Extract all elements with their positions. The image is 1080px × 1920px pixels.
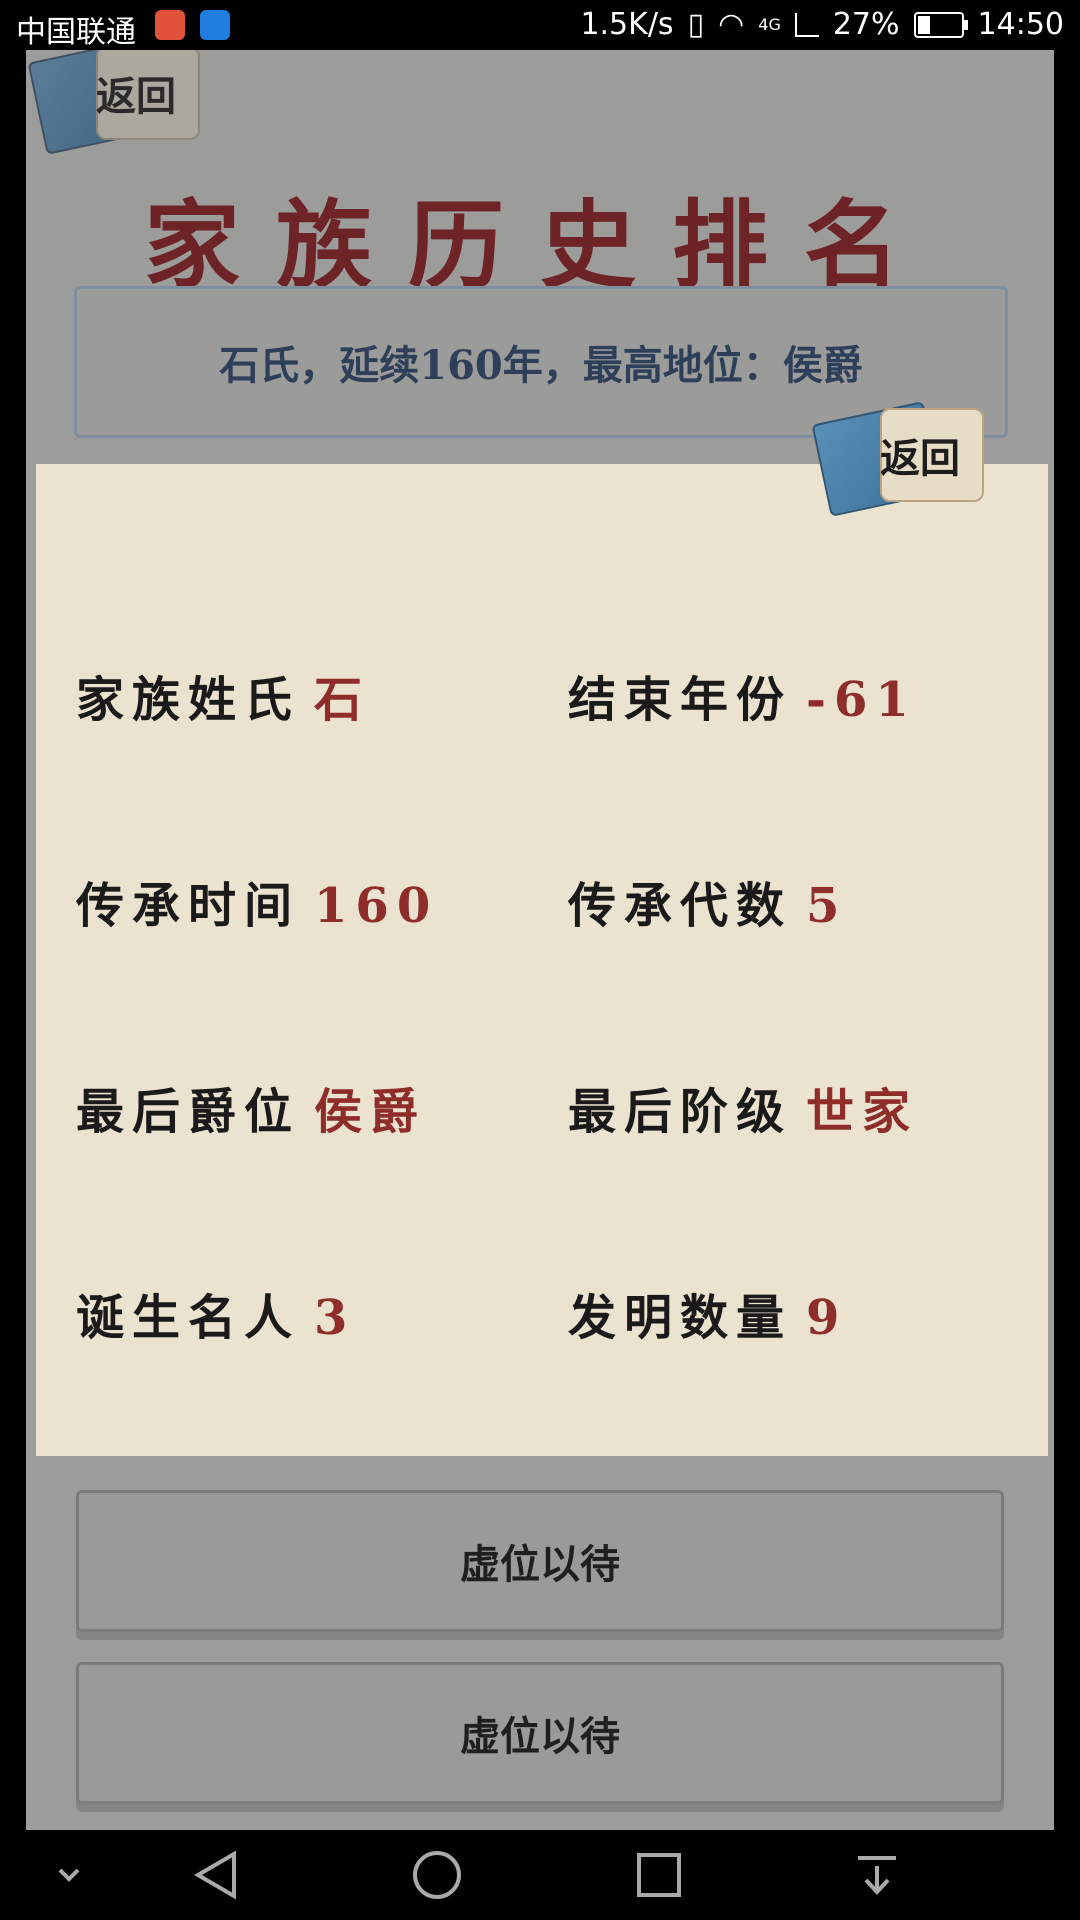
slot-label: 虚位以待 (460, 1541, 620, 1588)
info-label: 诞生名人 (76, 1290, 301, 1346)
info-celebrities: 诞生名人 3 (76, 1278, 355, 1348)
vibrate-icon: ▯ (687, 7, 705, 42)
back-triangle-icon[interactable] (190, 1848, 244, 1902)
info-label: 最后阶级 (568, 1084, 793, 1140)
summary-text: 石氏，延续160年，最高地位：侯爵 (219, 342, 863, 389)
signal-icon (794, 12, 819, 37)
info-value: 3 (314, 1290, 356, 1346)
battery-icon (913, 11, 968, 38)
info-generations: 传承代数 5 (568, 866, 847, 936)
status-bar: 中国联通 1.5K/s ▯ ◠ 4G 27% 14:50 (0, 0, 1080, 50)
info-final-title: 最后爵位 侯爵 (76, 1072, 426, 1142)
notification-pull-icon[interactable] (850, 1848, 904, 1902)
info-grid: 家族姓氏石 结束年份 -61 传承时间 160 传承代数 5 最后爵位 侯爵 最后阶级世… (36, 464, 1048, 1456)
info-value: 世家 (806, 1084, 919, 1140)
info-label: 最后爵位 (76, 1084, 301, 1140)
wifi-icon: ◠ (718, 7, 745, 42)
clock: 14:50 (977, 7, 1064, 42)
info-label: 传承代数 (568, 878, 793, 934)
back-label: 返回 (96, 74, 176, 120)
battery-percent: 27% (832, 7, 900, 42)
info-inventions: 发明数量 9 (568, 1278, 847, 1348)
dialog-back-button[interactable]: 返回 (811, 401, 990, 517)
info-value: 石 (314, 672, 371, 728)
info-final-class: 最后阶级 世家 (568, 1072, 918, 1142)
ranking-slot[interactable]: 虚位以待 (76, 1662, 1004, 1804)
info-value: -61 (806, 672, 917, 728)
info-value: 9 (806, 1290, 848, 1346)
message-app-icon (200, 10, 230, 40)
chevron-down-icon[interactable] (42, 1848, 96, 1902)
network-type: 4G (758, 15, 781, 34)
recents-square-icon[interactable] (632, 1848, 686, 1902)
notification-app-icon (155, 10, 185, 40)
network-speed: 1.5K/s (580, 7, 674, 42)
header-back-button[interactable]: 返回 (27, 50, 206, 155)
info-value: 160 (314, 878, 439, 934)
ranking-slot[interactable]: 虚位以待 (76, 1490, 1004, 1632)
carrier-name: 中国联通 (16, 15, 136, 50)
back-label: 返回 (880, 436, 960, 482)
info-surname: 家族姓氏石 (76, 660, 370, 730)
info-label: 结束年份 (568, 672, 793, 728)
info-value: 5 (806, 878, 848, 934)
info-value: 侯爵 (314, 1084, 427, 1140)
family-info-dialog: 家族姓氏石 结束年份 -61 传承时间 160 传承代数 5 最后爵位 侯爵 最后阶级世… (36, 464, 1048, 1456)
system-nav-bar (0, 1830, 1080, 1920)
info-duration: 传承时间 160 (76, 866, 438, 936)
home-circle-icon[interactable] (410, 1848, 464, 1902)
info-label: 发明数量 (568, 1290, 793, 1346)
info-end-year: 结束年份 -61 (568, 660, 917, 730)
slot-label: 虚位以待 (460, 1713, 620, 1760)
info-label: 传承时间 (76, 878, 301, 934)
info-label: 家族姓氏 (76, 672, 301, 728)
